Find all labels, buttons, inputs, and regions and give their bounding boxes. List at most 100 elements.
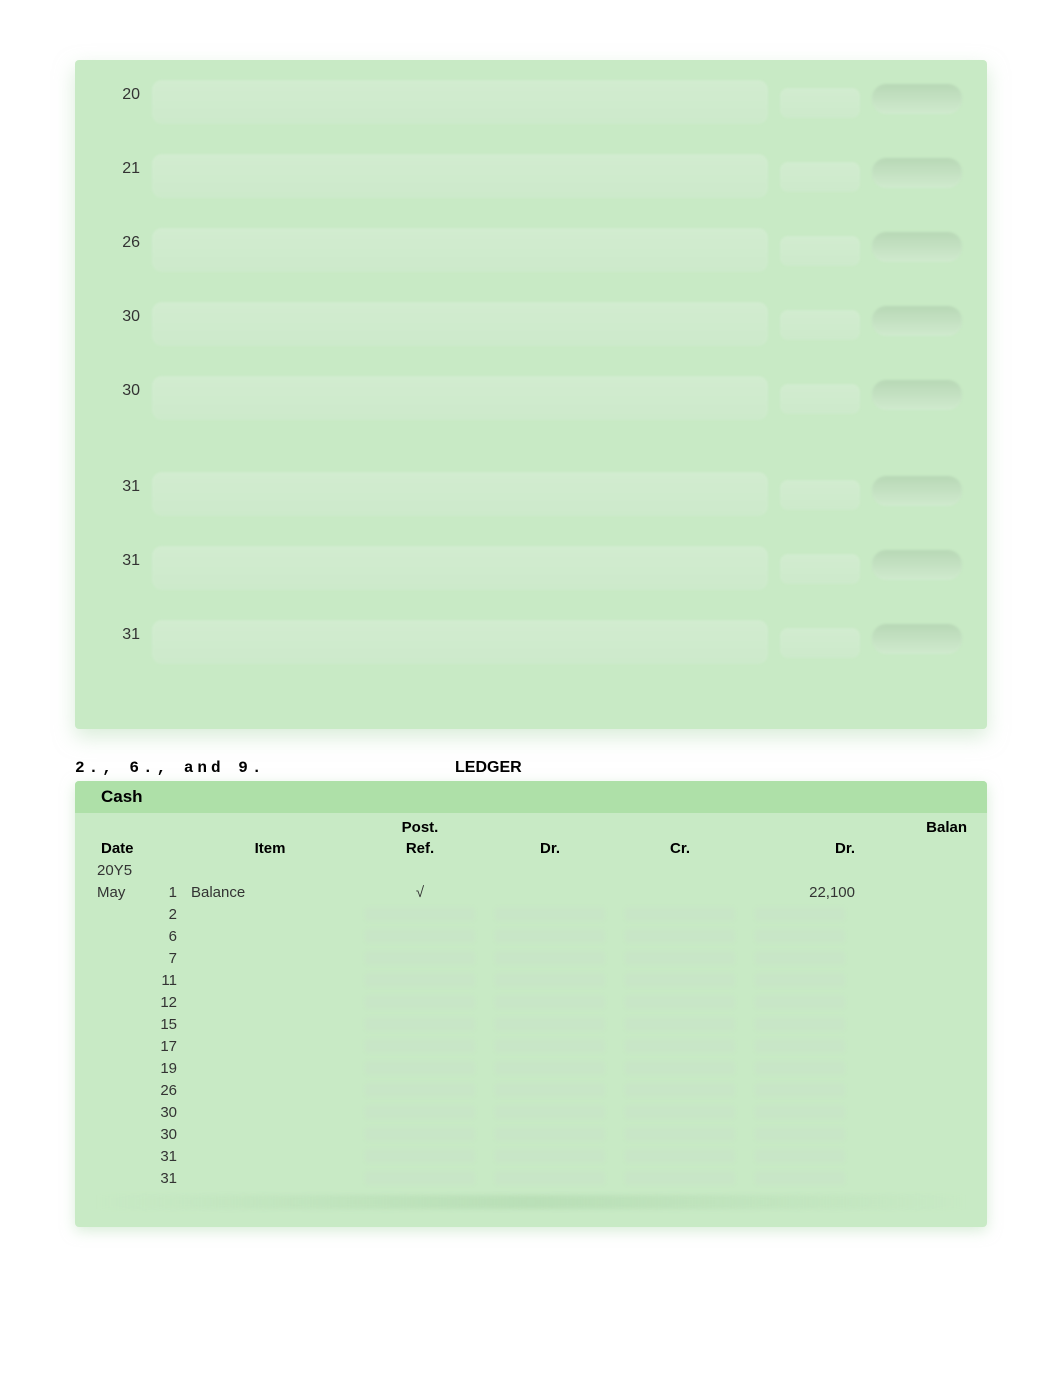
ledger-dr xyxy=(485,994,615,1010)
journal-amount-blur xyxy=(872,232,962,262)
ledger-dr xyxy=(485,1148,615,1164)
header-balance-partial: Balan xyxy=(875,819,967,836)
journal-day: 30 xyxy=(100,376,140,400)
ledger-day: 2 xyxy=(140,906,185,923)
ledger-row: 31 xyxy=(95,1167,967,1189)
ledger-dr-balance xyxy=(745,1104,875,1120)
ledger-post-ref xyxy=(355,1038,485,1054)
header-cr: Cr. xyxy=(615,840,745,857)
ledger-year: 20Y5 xyxy=(95,862,185,879)
journal-description-blur xyxy=(152,302,768,346)
ledger-row: 31 xyxy=(95,1145,967,1167)
ledger-row: 26 xyxy=(95,1079,967,1101)
journal-amount-blur xyxy=(780,628,860,658)
journal-row: 30 xyxy=(100,376,962,420)
journal-description-blur xyxy=(152,376,768,420)
journal-amount-blur xyxy=(780,236,860,266)
journal-amount-blur xyxy=(780,88,860,118)
ledger-cr xyxy=(615,1016,745,1032)
journal-description-blur xyxy=(152,228,768,272)
ledger-post-ref xyxy=(355,1148,485,1164)
ledger-dr-balance xyxy=(745,1038,875,1054)
journal-day: 20 xyxy=(100,80,140,104)
header-post-ref: Ref. xyxy=(355,840,485,857)
header-dr: Dr. xyxy=(485,840,615,857)
journal-amount-blur xyxy=(872,380,962,410)
ledger-dr xyxy=(485,1060,615,1076)
ledger-dr xyxy=(485,1104,615,1120)
journal-day: 21 xyxy=(100,154,140,178)
ledger-dr-balance xyxy=(745,1148,875,1164)
ledger-dr xyxy=(485,1170,615,1186)
ledger-post-ref xyxy=(355,906,485,922)
ledger-cr xyxy=(615,1060,745,1076)
ledger-year-row: 20Y5 xyxy=(95,859,967,881)
ledger-row: 7 xyxy=(95,947,967,969)
ledger-row: 12 xyxy=(95,991,967,1013)
header-date: Date xyxy=(95,840,185,857)
ledger-item: Balance xyxy=(185,884,355,901)
ledger-row: 30 xyxy=(95,1101,967,1123)
journal-amount-blur xyxy=(872,306,962,336)
ledger-day: 30 xyxy=(140,1126,185,1143)
ledger-dr-balance xyxy=(745,1016,875,1032)
ledger-cr xyxy=(615,1104,745,1120)
ledger-dr-balance: 22,100 xyxy=(745,884,875,901)
ledger-dr-balance xyxy=(745,928,875,944)
ledger-post-ref xyxy=(355,1104,485,1120)
ledger-row: 30 xyxy=(95,1123,967,1145)
ledger-cr xyxy=(615,1170,745,1186)
ledger-cr xyxy=(615,928,745,944)
journal-amount-blur xyxy=(872,476,962,506)
ledger-day: 31 xyxy=(140,1148,185,1165)
ledger-row: 17 xyxy=(95,1035,967,1057)
ledger-dr xyxy=(485,1038,615,1054)
ledger-day: 30 xyxy=(140,1104,185,1121)
ledger-cr xyxy=(615,1082,745,1098)
ledger-dr xyxy=(485,928,615,944)
ledger-day: 6 xyxy=(140,928,185,945)
ledger-day: 31 xyxy=(140,1170,185,1187)
ledger-footer-blur xyxy=(95,1195,967,1209)
ledger-row: 15 xyxy=(95,1013,967,1035)
journal-row: 31 xyxy=(100,472,962,516)
ledger-panel: Cash Post. Balan Date Item Ref. Dr. Cr. … xyxy=(75,781,987,1227)
ledger-dr-balance xyxy=(745,906,875,922)
ledger-post-ref: √ xyxy=(355,884,485,901)
journal-amount-blur xyxy=(872,624,962,654)
ledger-post-ref xyxy=(355,972,485,988)
journal-amount-blur xyxy=(780,384,860,414)
journal-amount-blur xyxy=(780,310,860,340)
ledger-row: 11 xyxy=(95,969,967,991)
ledger-row: May1Balance√22,100 xyxy=(95,881,967,903)
ledger-day: 1 xyxy=(140,884,185,901)
ledger-day: 26 xyxy=(140,1082,185,1099)
section-label-left: 2., 6., and 9. xyxy=(75,759,455,777)
header-post-top: Post. xyxy=(355,819,485,836)
journal-day: 31 xyxy=(100,546,140,570)
ledger-day: 15 xyxy=(140,1016,185,1033)
journal-description-blur xyxy=(152,80,768,124)
ledger-header-row-1: Post. Balan xyxy=(95,817,967,838)
ledger-dr-balance xyxy=(745,1060,875,1076)
ledger-day: 17 xyxy=(140,1038,185,1055)
journal-amount-blur xyxy=(780,480,860,510)
ledger-dr-balance xyxy=(745,1082,875,1098)
journal-row: 20 xyxy=(100,80,962,124)
ledger-account-title: Cash xyxy=(75,781,987,813)
ledger-post-ref xyxy=(355,1082,485,1098)
ledger-cr xyxy=(615,950,745,966)
journal-day: 30 xyxy=(100,302,140,326)
journal-row: 30 xyxy=(100,302,962,346)
ledger-dr-balance xyxy=(745,994,875,1010)
ledger-post-ref xyxy=(355,950,485,966)
section-label-row: 2., 6., and 9. LEDGER xyxy=(75,759,987,777)
journal-amount-blur xyxy=(780,162,860,192)
ledger-post-ref xyxy=(355,1060,485,1076)
ledger-dr xyxy=(485,1126,615,1142)
ledger-dr xyxy=(485,972,615,988)
ledger-row: 6 xyxy=(95,925,967,947)
ledger-dr-balance xyxy=(745,972,875,988)
header-dr-balance: Dr. xyxy=(745,840,875,857)
ledger-day: 11 xyxy=(140,972,185,989)
